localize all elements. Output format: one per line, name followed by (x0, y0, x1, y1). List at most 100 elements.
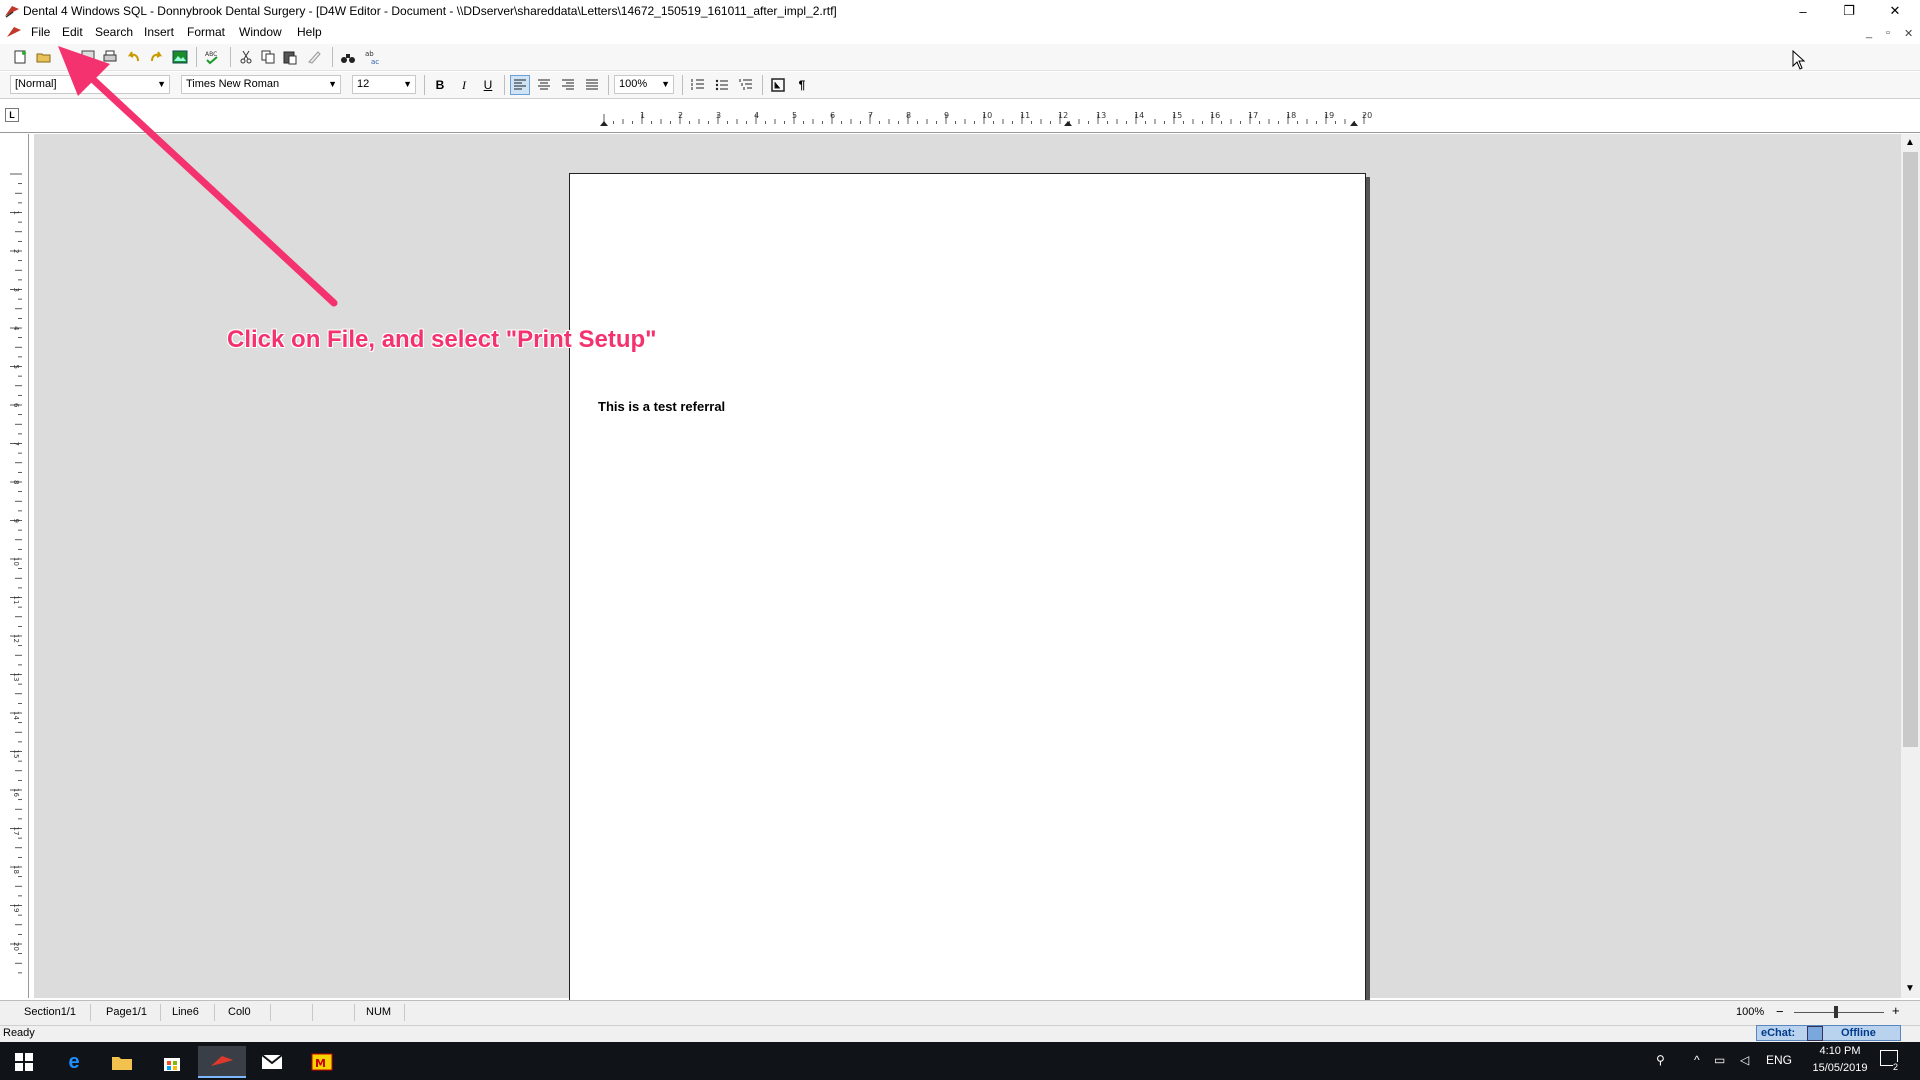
scrollbar-thumb[interactable] (1903, 152, 1918, 747)
zoom-slider-thumb[interactable] (1834, 1006, 1838, 1018)
ruler-number: 6 (830, 111, 835, 120)
ruler-number: 13 (12, 673, 20, 682)
scroll-down-icon[interactable]: ▼ (1905, 983, 1915, 994)
toolbar-separator (682, 75, 683, 95)
volume-icon[interactable]: ◁ (1740, 1053, 1749, 1067)
copy-icon[interactable] (258, 47, 278, 67)
cut-icon[interactable] (236, 47, 256, 67)
menu-window[interactable]: Window (239, 25, 282, 39)
font-select[interactable]: Times New Roman ▼ (181, 75, 341, 94)
status-separator (270, 1004, 271, 1021)
people-icon[interactable]: ⚲ (1656, 1053, 1665, 1067)
restore-button[interactable]: ❐ (1826, 0, 1872, 22)
edge-browser-icon[interactable]: e (50, 1046, 98, 1078)
ruler-number: 4 (754, 111, 759, 120)
save-icon[interactable] (78, 47, 98, 67)
store-icon[interactable] (148, 1046, 196, 1078)
numbered-list-icon[interactable] (688, 75, 708, 95)
menu-help[interactable]: Help (297, 25, 322, 39)
bold-button[interactable]: B (430, 75, 450, 95)
new-document-icon[interactable] (10, 47, 30, 67)
zoom-slider[interactable] (1794, 1012, 1884, 1013)
toolbar-separator (230, 47, 231, 67)
ruler-number: 12 (1058, 111, 1068, 120)
undo-icon[interactable] (124, 47, 144, 67)
standard-toolbar: ABC ab ac (0, 44, 1920, 71)
ready-bar: Ready (0, 1025, 1920, 1043)
minimize-button[interactable]: – (1780, 0, 1826, 22)
ruler-number: 12 (12, 634, 20, 643)
clock-time[interactable]: 4:10 PM (1810, 1045, 1870, 1057)
ruler-number: 8 (12, 480, 20, 484)
document-icon[interactable] (6, 24, 22, 40)
ruler-number: 17 (12, 827, 20, 836)
right-indent-marker[interactable] (1350, 121, 1358, 126)
font-size-select[interactable]: 12 ▼ (352, 75, 416, 94)
zoom-in-button[interactable]: + (1892, 1003, 1900, 1018)
status-page: Page1/1 (106, 1006, 147, 1018)
chevron-down-icon: ▼ (157, 79, 166, 89)
toolbar-separator (196, 47, 197, 67)
tab-stop-marker[interactable] (1064, 121, 1072, 126)
ready-status: Ready (3, 1027, 35, 1039)
replace-icon[interactable]: ab ac (362, 47, 382, 67)
multilevel-list-icon[interactable] (736, 75, 756, 95)
chevron-down-icon: ▼ (403, 79, 412, 89)
dental4windows-taskbar-icon[interactable] (198, 1046, 246, 1078)
italic-button[interactable]: I (454, 75, 474, 95)
close-button[interactable]: ✕ (1872, 0, 1918, 22)
clear-format-icon[interactable] (304, 47, 324, 67)
clock-date[interactable]: 15/05/2019 (1802, 1062, 1878, 1074)
underline-button[interactable]: U (478, 75, 498, 95)
status-separator (90, 1004, 91, 1021)
align-center-icon[interactable] (534, 75, 554, 95)
file-explorer-icon[interactable] (98, 1046, 146, 1078)
ruler-number: 5 (12, 365, 20, 369)
zoom-select[interactable]: 100% ▼ (614, 75, 674, 94)
toolbar-separator (424, 75, 425, 95)
align-right-icon[interactable] (558, 75, 578, 95)
scroll-up-icon[interactable]: ▲ (1905, 137, 1915, 148)
windows-start-icon[interactable] (0, 1046, 48, 1078)
insert-image-icon[interactable] (170, 47, 190, 67)
justify-icon[interactable] (582, 75, 602, 95)
app-taskbar-icon[interactable]: M (298, 1046, 346, 1078)
app-logo-icon[interactable] (4, 3, 20, 19)
vertical-ruler[interactable]: 1234567891011121314151617181920 (6, 134, 29, 998)
align-left-icon[interactable] (510, 75, 530, 95)
paste-icon[interactable] (280, 47, 300, 67)
menu-insert[interactable]: Insert (144, 25, 174, 39)
horizontal-ruler[interactable]: 1 2 3 4 5 6 7 8 9 10 11 12 13 14 15 16 17 18 19 20 (568, 110, 1376, 128)
find-binoculars-icon[interactable] (338, 47, 358, 67)
menu-file[interactable]: File (31, 25, 50, 39)
document-body-text[interactable]: This is a test referral (598, 399, 725, 414)
menu-edit[interactable]: Edit (62, 25, 83, 39)
mail-icon[interactable] (248, 1046, 296, 1078)
show-formatting-button[interactable]: ¶ (792, 75, 812, 95)
network-icon[interactable]: ▭ (1714, 1053, 1725, 1067)
ruler-number: 13 (1096, 111, 1106, 120)
mdi-close-button[interactable]: ✕ (1904, 27, 1913, 40)
mdi-restore-button[interactable]: ▫ (1886, 27, 1890, 39)
echat-status-badge[interactable]: eChat: Offline (1756, 1025, 1901, 1041)
left-indent-marker[interactable] (600, 121, 608, 126)
ruler-number: 1 (12, 211, 20, 215)
spell-check-icon[interactable]: ABC (202, 47, 222, 67)
chevron-up-icon[interactable]: ^ (1694, 1053, 1700, 1067)
ruler-number: 16 (1210, 111, 1220, 120)
menu-format[interactable]: Format (187, 25, 225, 39)
language-indicator[interactable]: ENG (1766, 1053, 1792, 1067)
document-page[interactable]: This is a test referral (569, 173, 1366, 1001)
bullet-list-icon[interactable] (712, 75, 732, 95)
print-icon[interactable] (100, 47, 120, 67)
open-folder-icon[interactable] (34, 47, 54, 67)
status-line: Line6 (172, 1006, 199, 1018)
style-select[interactable]: [Normal] ▼ (10, 75, 170, 94)
zoom-out-button[interactable]: − (1776, 1004, 1784, 1019)
ruler-number: 10 (982, 111, 992, 120)
tab-stop-selector[interactable]: L (5, 108, 19, 122)
frame-icon[interactable] (768, 75, 788, 95)
redo-icon[interactable] (146, 47, 166, 67)
mdi-minimize-button[interactable]: _ (1866, 27, 1872, 39)
menu-search[interactable]: Search (95, 25, 133, 39)
